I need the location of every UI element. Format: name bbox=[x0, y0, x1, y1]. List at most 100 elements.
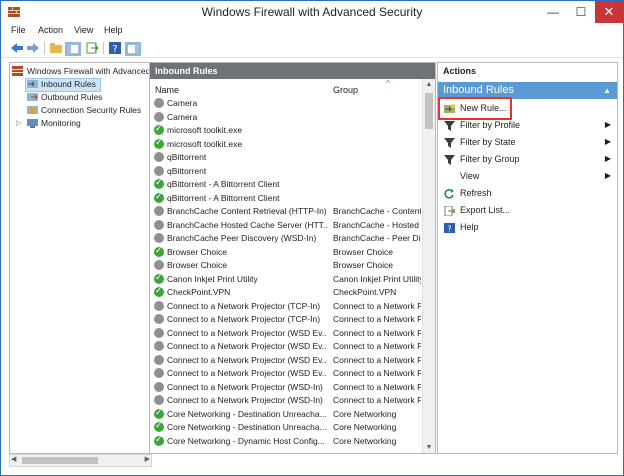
rule-group: Connect to a Network P bbox=[333, 381, 421, 392]
maximize-button[interactable]: ☐ bbox=[567, 1, 595, 23]
action-export-list[interactable]: Export List... bbox=[438, 202, 617, 218]
column-header-group[interactable]: Group bbox=[333, 85, 358, 95]
outbound-rules-icon bbox=[27, 93, 38, 101]
rule-name: Camera bbox=[167, 98, 198, 108]
rule-name: qBittorrent bbox=[167, 152, 207, 162]
table-row[interactable]: Canon Inkjet Print Utility Canon Inkjet P… bbox=[150, 272, 422, 286]
rule-group: CheckPoint.VPN bbox=[333, 287, 397, 297]
table-row[interactable]: qBittorrent bbox=[150, 165, 422, 178]
submenu-arrow-icon: ▶ bbox=[604, 120, 611, 129]
forward-arrow-icon[interactable] bbox=[26, 42, 40, 54]
scrollbar-thumb[interactable] bbox=[22, 457, 98, 464]
table-row[interactable]: Connect to a Network Projector (WSD Ev..… bbox=[150, 327, 422, 340]
scroll-down-arrow-icon[interactable]: ▼ bbox=[423, 444, 435, 451]
action-refresh[interactable]: Refresh bbox=[438, 185, 617, 201]
rule-disabled-icon bbox=[154, 381, 164, 392]
rule-group: BranchCache - Peer Dis bbox=[333, 233, 421, 243]
table-row[interactable]: microsoft toolkit.exe bbox=[150, 137, 422, 151]
rule-enabled-icon bbox=[154, 137, 164, 150]
rule-disabled-icon bbox=[154, 111, 164, 122]
rule-enabled-icon bbox=[154, 123, 164, 136]
column-header-name[interactable]: Name bbox=[155, 85, 179, 95]
rule-name: Camera bbox=[167, 111, 198, 122]
menu-action[interactable]: Action bbox=[38, 25, 63, 35]
export-list-icon[interactable] bbox=[85, 42, 99, 54]
table-row[interactable]: microsoft toolkit.exe bbox=[150, 123, 422, 137]
table-row[interactable]: Core Networking - Destination Unreacha..… bbox=[150, 420, 422, 434]
rule-enabled-icon bbox=[154, 191, 164, 204]
menu-help[interactable]: Help bbox=[104, 25, 123, 35]
rule-enabled-icon bbox=[154, 420, 164, 433]
table-row[interactable]: BranchCache Content Retrieval (HTTP-In) B… bbox=[150, 205, 422, 218]
rule-enabled-icon bbox=[154, 407, 164, 420]
table-row[interactable]: BranchCache Hosted Cache Server (HTT... B… bbox=[150, 219, 422, 232]
menu-view[interactable]: View bbox=[74, 25, 93, 35]
scroll-right-arrow-icon[interactable]: ▶ bbox=[145, 455, 150, 463]
table-row[interactable]: qBittorrent - A Bittorrent Client bbox=[150, 177, 422, 191]
table-row[interactable]: Connect to a Network Projector (WSD Ev..… bbox=[150, 354, 422, 367]
table-row[interactable]: Connect to a Network Projector (WSD-In) C… bbox=[150, 381, 422, 394]
table-row[interactable]: CheckPoint.VPN CheckPoint.VPN bbox=[150, 285, 422, 299]
collapse-arrow-icon[interactable]: ▲ bbox=[603, 82, 611, 99]
menu-bar: File Action View Help bbox=[1, 23, 623, 39]
help-icon[interactable]: ? bbox=[108, 42, 122, 54]
table-row[interactable]: Browser Choice Browser Choice bbox=[150, 245, 422, 259]
scrollbar-thumb[interactable] bbox=[425, 93, 433, 129]
minimize-button[interactable]: — bbox=[539, 1, 567, 23]
scroll-up-arrow-icon[interactable]: ▲ bbox=[423, 81, 435, 88]
rules-list: Camera Camera microsoft toolkit.exe microso… bbox=[150, 97, 422, 453]
action-label: Filter by Group bbox=[460, 154, 520, 164]
title-bar[interactable]: Windows Firewall with Advanced Security … bbox=[1, 1, 623, 23]
action-help[interactable]: ? Help bbox=[438, 219, 617, 235]
table-row[interactable]: Camera bbox=[150, 111, 422, 124]
tree-horizontal-scrollbar[interactable]: ◀ ▶ bbox=[9, 454, 152, 467]
up-folder-icon[interactable] bbox=[49, 42, 63, 54]
export-icon bbox=[444, 205, 456, 217]
rule-group: BranchCache - Content bbox=[333, 206, 421, 216]
expand-chevron-icon[interactable]: ▷ bbox=[16, 117, 21, 130]
vertical-scrollbar[interactable]: ▲ ▼ bbox=[422, 79, 435, 453]
back-arrow-icon[interactable] bbox=[10, 42, 24, 54]
rule-group: Connect to a Network P bbox=[333, 300, 421, 311]
rule-name: Connect to a Network Projector (WSD-In) bbox=[167, 381, 323, 392]
actions-title: Actions bbox=[443, 66, 477, 76]
rule-name: BranchCache Content Retrieval (HTTP-In) bbox=[167, 206, 327, 216]
rule-name: Connect to a Network Projector (WSD Ev..… bbox=[167, 341, 327, 351]
rule-group: BranchCache - Hosted C bbox=[333, 219, 421, 230]
rule-name: qBittorrent - A Bittorrent Client bbox=[167, 192, 280, 203]
close-button[interactable]: ✕ bbox=[595, 1, 623, 23]
rule-group: Canon Inkjet Print Utility bbox=[333, 273, 421, 284]
rule-name: Connect to a Network Projector (WSD-In) bbox=[167, 395, 323, 405]
menu-file[interactable]: File bbox=[11, 25, 26, 35]
action-filter-by-group[interactable]: Filter by Group ▶ bbox=[438, 151, 617, 167]
rule-group: Connect to a Network P bbox=[333, 354, 421, 365]
action-filter-by-state[interactable]: Filter by State ▶ bbox=[438, 134, 617, 150]
table-row[interactable]: Connect to a Network Projector (TCP-In) C… bbox=[150, 300, 422, 313]
table-row[interactable]: Core Networking - Dynamic Host Config...… bbox=[150, 434, 422, 448]
table-row[interactable]: qBittorrent bbox=[150, 151, 422, 164]
table-row[interactable]: Camera bbox=[150, 97, 422, 110]
table-row[interactable]: Browser Choice Browser Choice bbox=[150, 259, 422, 272]
table-row[interactable]: BranchCache Peer Discovery (WSD-In) Branc… bbox=[150, 232, 422, 245]
rule-name: BranchCache Peer Discovery (WSD-In) bbox=[167, 233, 317, 243]
rule-name: Browser Choice bbox=[167, 260, 227, 270]
table-row[interactable]: Connect to a Network Projector (TCP-In) C… bbox=[150, 313, 422, 326]
table-row[interactable]: Connect to a Network Projector (WSD Ev..… bbox=[150, 340, 422, 353]
toolbar-separator bbox=[44, 42, 45, 54]
action-view[interactable]: View ▶ bbox=[438, 168, 617, 184]
table-row[interactable]: Connect to a Network Projector (WSD-In) C… bbox=[150, 394, 422, 407]
tree-item-label: Connection Security Rules bbox=[41, 105, 142, 115]
table-row[interactable]: qBittorrent - A Bittorrent Client bbox=[150, 191, 422, 205]
scroll-left-arrow-icon[interactable]: ◀ bbox=[11, 455, 16, 463]
sort-ascending-icon: ^ bbox=[386, 79, 390, 88]
rule-disabled-icon bbox=[154, 233, 164, 243]
rule-name: CheckPoint.VPN bbox=[167, 287, 231, 297]
submenu-arrow-icon: ▶ bbox=[604, 154, 611, 163]
show-hide-tree-icon[interactable] bbox=[65, 42, 81, 56]
show-hide-action-pane-icon[interactable] bbox=[125, 42, 141, 56]
rule-name: Core Networking - Destination Unreacha..… bbox=[167, 422, 327, 432]
rule-name: qBittorrent bbox=[167, 165, 207, 176]
rule-disabled-icon bbox=[154, 314, 164, 324]
table-row[interactable]: Core Networking - Destination Unreacha..… bbox=[150, 407, 422, 421]
table-row[interactable]: Connect to a Network Projector (WSD Ev..… bbox=[150, 367, 422, 380]
